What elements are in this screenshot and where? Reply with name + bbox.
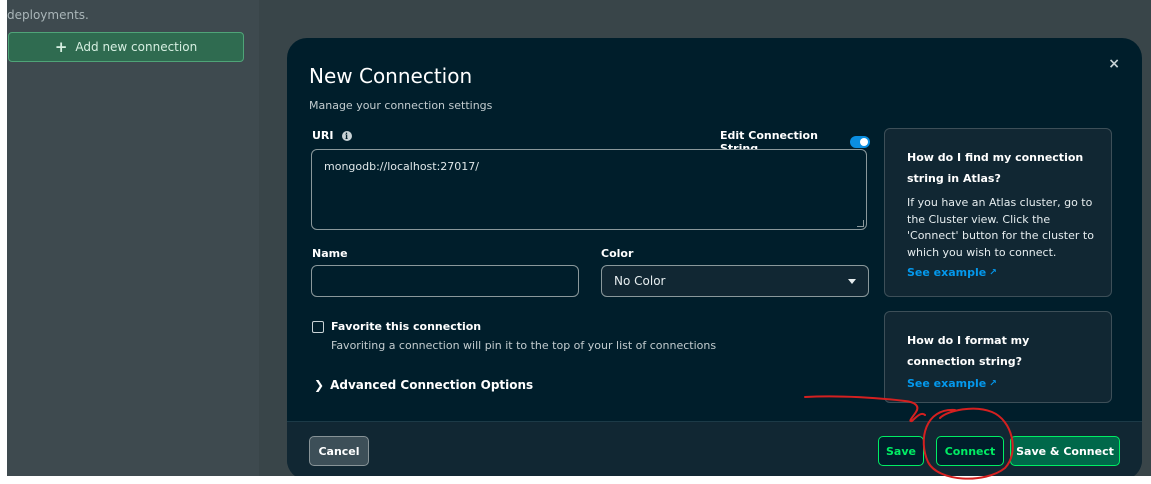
connect-button[interactable]: Connect [936,436,1004,466]
dialog-subtitle: Manage your connection settings [309,99,493,112]
help-card-format: How do I format my connection string? Se… [884,311,1112,403]
cancel-button[interactable]: Cancel [309,436,369,466]
uri-label-text: URI [312,129,334,142]
color-label: Color [601,247,634,260]
help-card-body: If you have an Atlas cluster, go to the … [907,196,1094,259]
external-link-icon: ↗ [989,378,997,389]
app-window: deployments. + Add new connection × New … [0,0,1151,484]
see-example-label: See example [907,377,987,390]
sidebar: deployments. + Add new connection [7,0,259,476]
dialog-footer: Cancel Save Connect Save & Connect [287,422,1142,480]
see-example-label: See example [907,266,987,279]
favorite-checkbox[interactable] [312,321,324,333]
external-link-icon: ↗ [989,267,997,278]
advanced-options-label: Advanced Connection Options [330,378,534,392]
toggle-switch[interactable] [850,136,870,148]
uri-textarea[interactable]: mongodb://localhost:27017/ [311,149,867,230]
plus-icon: + [54,38,68,56]
add-new-connection-button[interactable]: + Add new connection [8,32,244,62]
save-button[interactable]: Save [878,436,924,466]
add-new-connection-label: Add new connection [75,40,198,54]
bottom-strip [0,476,1151,484]
close-icon[interactable]: × [1108,56,1120,72]
uri-value: mongodb://localhost:27017/ [324,160,479,173]
see-example-link[interactable]: See example ↗ [907,377,997,390]
help-card-atlas: How do I find my connection string in At… [884,128,1112,297]
see-example-link[interactable]: See example ↗ [907,266,997,279]
new-connection-dialog: × New Connection Manage your connection … [287,38,1142,480]
resize-grip-icon[interactable] [857,220,864,227]
help-card-title: How do I find my connection string in At… [907,151,1084,185]
name-input[interactable] [311,265,579,297]
dialog-title: New Connection [309,64,473,88]
help-card-title: How do I format my connection string? [907,334,1030,368]
info-icon[interactable]: i [341,130,352,141]
chevron-right-icon: ❯ [314,378,325,392]
favorite-title: Favorite this connection [331,320,482,333]
name-label: Name [312,247,348,260]
caret-down-icon [848,279,856,284]
save-and-connect-button[interactable]: Save & Connect [1010,436,1120,466]
color-select[interactable]: No Color [601,265,869,297]
advanced-options-toggle[interactable]: ❯ Advanced Connection Options [314,378,533,392]
uri-label: URI i [312,129,352,142]
color-selected-value: No Color [614,274,666,288]
sidebar-text: deployments. [7,8,89,22]
favorite-description: Favoriting a connection will pin it to t… [331,339,717,352]
